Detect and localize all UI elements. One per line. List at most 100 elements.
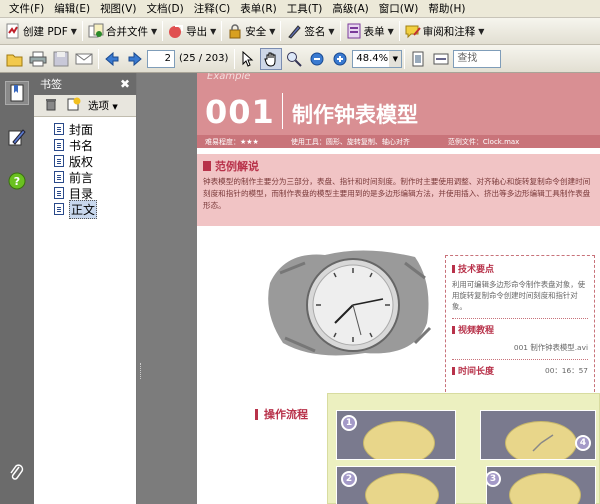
video-tutorial-heading: 视频教程 xyxy=(452,323,588,336)
chevron-down-icon: ▼ xyxy=(150,26,158,36)
step-number-badge: 4 xyxy=(575,435,591,451)
menu-document[interactable]: 文档(D) xyxy=(141,1,188,16)
toolbar-divider xyxy=(280,21,282,41)
flow-heading: 操作流程 xyxy=(255,406,308,422)
toolbar-divider xyxy=(234,48,236,69)
chevron-down-icon: ▼ xyxy=(70,26,77,36)
select-tool-button[interactable] xyxy=(237,48,259,70)
analysis-text: 钟表模型的制作主要分为三部分，表盘、指针和时间刻度。制作时主要使用调整、对齐轴心… xyxy=(203,177,591,210)
zoom-level-value: 48.4% xyxy=(356,52,389,64)
fit-page-button[interactable] xyxy=(407,48,429,70)
clock-face-shape xyxy=(365,473,439,504)
bookmark-icon xyxy=(10,84,24,102)
page-icon xyxy=(54,171,64,183)
close-icon[interactable]: ✖ xyxy=(120,77,130,91)
new-bookmark-button[interactable] xyxy=(66,97,82,114)
chevron-down-icon: ▼ xyxy=(112,103,118,111)
email-button[interactable] xyxy=(73,48,95,70)
heading-marker xyxy=(203,161,211,171)
document-viewport[interactable]: Example 001 制作钟表模型 难易程度：★★★ 使用工具：圆形、旋转复制… xyxy=(145,73,600,504)
forms-label: 表单 xyxy=(363,25,385,38)
menu-file[interactable]: 文件(F) xyxy=(4,1,49,16)
chevron-down-icon: ▼ xyxy=(328,26,335,36)
toolbar-divider xyxy=(221,21,223,41)
next-page-button[interactable] xyxy=(124,48,146,70)
example-label: Example xyxy=(207,73,251,82)
duration-heading: 时间长度 xyxy=(452,364,494,377)
zoom-in-button[interactable] xyxy=(329,48,351,70)
clock-render-image xyxy=(268,250,432,356)
panel-splitter[interactable] xyxy=(137,73,145,504)
clock-illustration xyxy=(265,243,435,363)
bookmark-item-title[interactable]: 书名 xyxy=(34,137,136,153)
page-count: (25 / 203) xyxy=(179,53,229,64)
zoom-level-select[interactable]: 48.4% ▼ xyxy=(352,49,403,68)
security-button[interactable]: 安全 ▼ xyxy=(224,20,278,42)
arrow-left-icon xyxy=(105,51,119,66)
menu-bar: 文件(F) 编辑(E) 视图(V) 文档(D) 注释(C) 表单(R) 工具(T… xyxy=(0,0,600,18)
combine-files-icon xyxy=(88,23,104,39)
folder-open-icon xyxy=(6,54,23,66)
clock-face-shape xyxy=(509,473,581,504)
search-input[interactable]: 查找 xyxy=(453,49,502,68)
review-comment-button[interactable]: 审阅和注释 ▼ xyxy=(402,20,488,42)
open-button[interactable] xyxy=(4,48,26,70)
page-icon xyxy=(54,155,64,167)
combine-files-button[interactable]: 合并文件 ▼ xyxy=(85,20,160,42)
bookmark-item-cover[interactable]: 封面 xyxy=(34,121,136,137)
print-button[interactable] xyxy=(27,48,49,70)
step-number-badge: 3 xyxy=(487,471,501,487)
menu-advanced[interactable]: 高级(A) xyxy=(327,1,373,16)
menu-comments[interactable]: 注释(C) xyxy=(189,1,236,16)
flow-steps-panel: 1 2 4 3 xyxy=(327,393,600,504)
bookmark-options-menu[interactable]: 选项 ▼ xyxy=(88,98,118,113)
bookmarks-tab[interactable] xyxy=(5,81,29,105)
menu-forms[interactable]: 表单(R) xyxy=(235,1,282,16)
example-title: 制作钟表模型 xyxy=(292,103,418,127)
document-page: Example 001 制作钟表模型 难易程度：★★★ 使用工具：圆形、旋转复制… xyxy=(197,73,600,504)
bookmark-item-body[interactable]: 正文 xyxy=(34,199,136,219)
fit-width-button[interactable] xyxy=(430,48,452,70)
chevron-down-icon: ▼ xyxy=(269,26,276,36)
meta-file: 范例文件：Clock.max xyxy=(447,137,520,146)
help-tab[interactable]: ? xyxy=(5,169,29,193)
menu-tools[interactable]: 工具(T) xyxy=(282,1,328,16)
previous-page-button[interactable] xyxy=(101,48,123,70)
menu-window[interactable]: 窗口(W) xyxy=(374,1,424,16)
forms-button[interactable]: 表单 ▼ xyxy=(343,20,397,42)
attachments-tab[interactable] xyxy=(5,460,29,484)
toolbar-divider xyxy=(404,48,406,69)
help-icon: ? xyxy=(8,172,26,190)
toolbar-divider xyxy=(398,21,400,41)
menu-view[interactable]: 视图(V) xyxy=(95,1,141,16)
flow-step-thumbnail: 1 xyxy=(336,410,456,460)
delete-bookmark-button[interactable] xyxy=(44,97,58,114)
save-button[interactable] xyxy=(50,48,72,70)
hand-tool-button[interactable] xyxy=(260,47,283,70)
paperclip-icon xyxy=(10,464,24,480)
menu-help[interactable]: 帮助(H) xyxy=(423,1,470,16)
export-button[interactable]: 导出 ▼ xyxy=(165,20,219,42)
page-icon xyxy=(54,139,64,151)
signatures-tab[interactable] xyxy=(5,125,29,149)
cursor-icon xyxy=(242,50,254,67)
sign-button[interactable]: 签名 ▼ xyxy=(283,20,337,42)
bookmark-item-copyright[interactable]: 版权 xyxy=(34,153,136,169)
menu-edit[interactable]: 编辑(E) xyxy=(49,1,95,16)
review-comment-label: 审阅和注释 xyxy=(422,25,476,38)
zoom-out-icon xyxy=(310,52,324,65)
zoom-in-icon xyxy=(333,52,347,65)
create-pdf-button[interactable]: 创建 PDF ▼ xyxy=(2,20,80,42)
export-label: 导出 xyxy=(186,25,208,38)
comment-icon xyxy=(405,23,421,39)
bookmarks-panel: 书签 ✖ 选项 ▼ 封面 书名 版权 前言 目录 正文 xyxy=(34,73,137,504)
zoom-out-button[interactable] xyxy=(306,48,328,70)
analysis-section: 范例解说 钟表模型的制作主要分为三部分，表盘、指针和时间刻度。制作时主要使用调整… xyxy=(197,154,600,226)
zoom-tool-button[interactable] xyxy=(283,48,305,70)
bookmark-item-preface[interactable]: 前言 xyxy=(34,169,136,185)
page-number-input[interactable]: 2 xyxy=(147,49,175,68)
hand-icon xyxy=(264,52,276,67)
navigation-panel-strip: ? xyxy=(0,73,34,504)
disk-icon xyxy=(53,51,69,66)
banner-divider xyxy=(282,93,283,129)
